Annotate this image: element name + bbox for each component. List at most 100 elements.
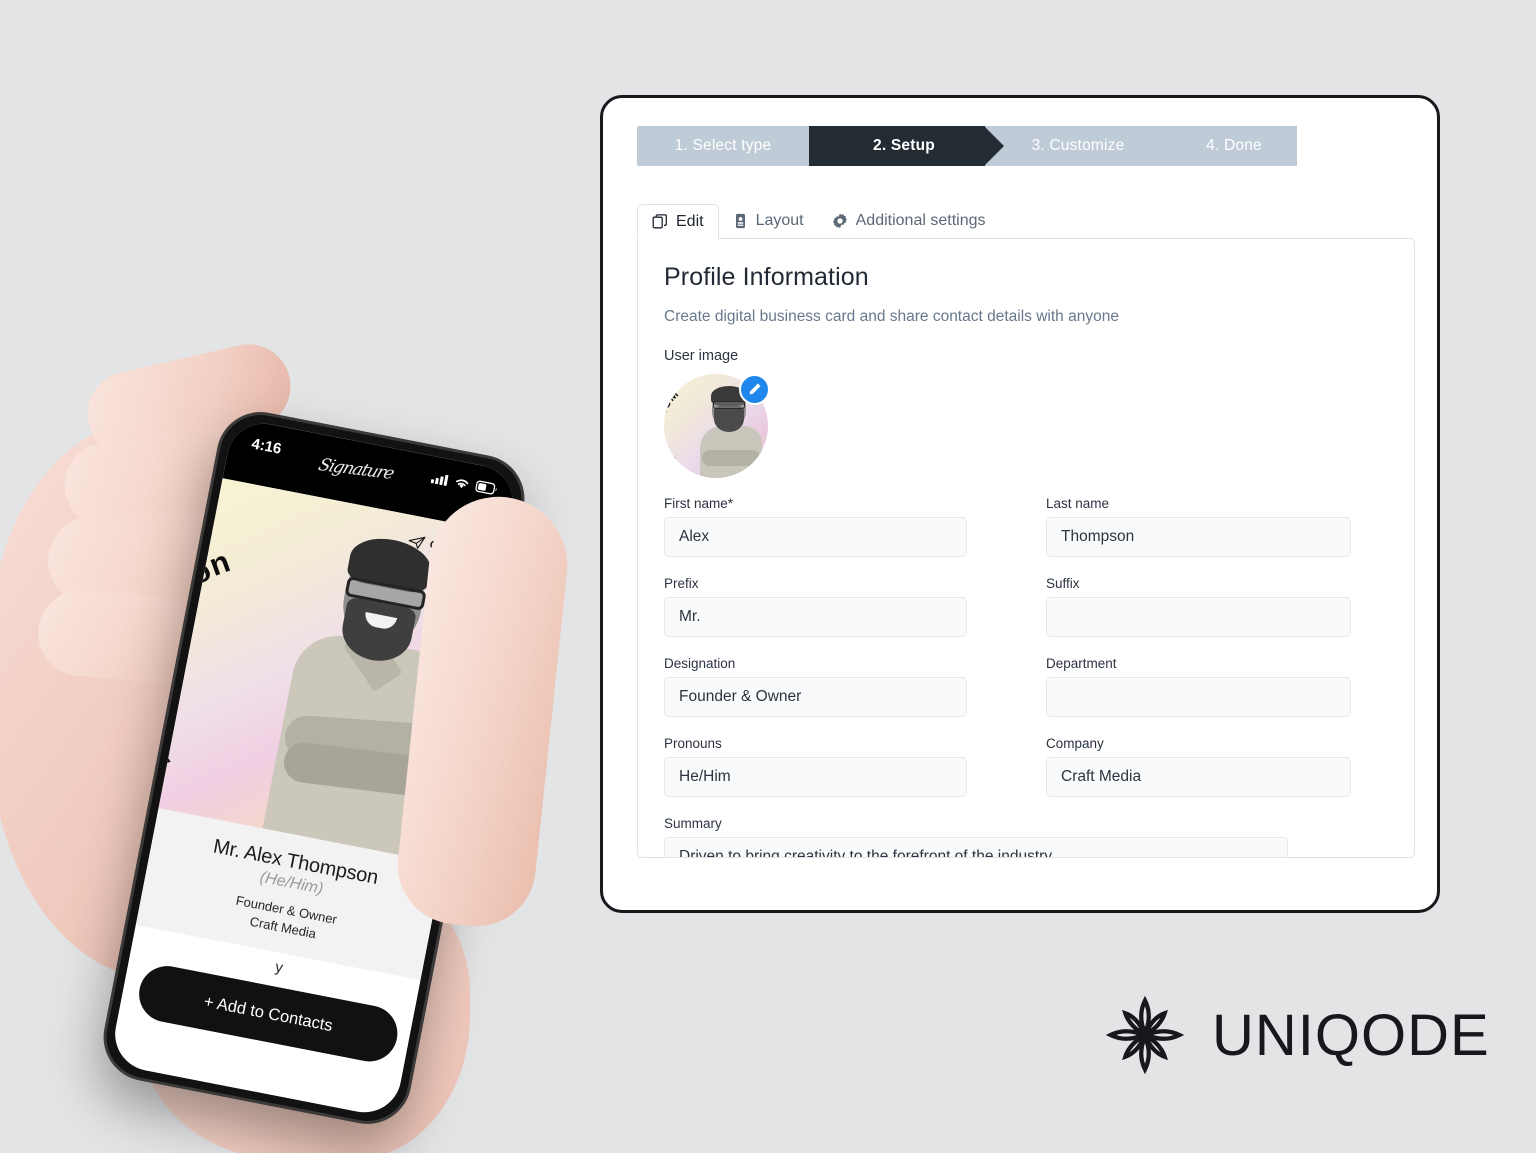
field-last-name: Last name (1046, 496, 1351, 557)
step-setup[interactable]: 2. Setup (809, 126, 1004, 166)
step-select-type[interactable]: 1. Select type (637, 126, 828, 166)
field-pronouns: Pronouns (664, 736, 967, 797)
prefix-input[interactable] (664, 597, 967, 637)
hand-finger (34, 586, 264, 692)
page-title: Profile Information (664, 263, 869, 291)
battery-icon (475, 480, 497, 495)
chevron-separator-icon (1156, 126, 1176, 166)
hero-arc-text: Alex Thompson (158, 528, 240, 787)
field-label: Summary (664, 816, 722, 831)
hero-portrait (252, 524, 498, 864)
svg-text:ALEX THOMPSON: ALEX THOMPSON (664, 374, 681, 464)
field-label: Last name (1046, 496, 1110, 511)
step-label: 1. Select type (674, 137, 772, 154)
form-row-spacer (664, 557, 1351, 576)
field-prefix: Prefix (664, 576, 967, 637)
phone-status-bar: 4:16 Signature (222, 417, 520, 534)
avatar-edit-button[interactable] (739, 374, 770, 405)
company-input[interactable] (1046, 757, 1351, 797)
field-summary: Summary Driven to bring creativity to th… (664, 816, 1288, 857)
tab-label: Edit (676, 213, 704, 230)
uniqode-wordmark: UNIQODE (1212, 1002, 1490, 1068)
field-label: Prefix (664, 576, 699, 591)
portrait-hair (345, 532, 436, 596)
field-label: Suffix (1046, 576, 1080, 591)
card-name: Mr. Alex Thompson (211, 835, 380, 890)
field-label: Designation (664, 656, 736, 671)
card-designation: Founder & Owner (234, 892, 339, 927)
card-pronouns: (He/Him) (258, 868, 325, 898)
hand-palm (0, 420, 320, 980)
step-label: 2. Setup (873, 137, 935, 154)
field-designation: Designation (664, 656, 967, 717)
chevron-separator-icon (984, 126, 1004, 166)
step-customize[interactable]: 3. Customize (985, 126, 1176, 166)
phone-mockup: 4:16 Signature Craft Media Alex Thompson… (95, 404, 533, 1132)
cellular-signal-icon (430, 474, 449, 486)
form-row-spacer (664, 717, 1351, 736)
designation-input[interactable] (664, 677, 967, 717)
business-card-info: Mr. Alex Thompson (He/Him) Founder & Own… (135, 808, 444, 981)
pronouns-input[interactable] (664, 757, 967, 797)
page-subtitle: Create digital business card and share c… (664, 308, 1119, 325)
portrait-shirt (261, 628, 461, 864)
status-bar-clock: 4:16 (250, 435, 283, 458)
card-company: Craft Media (248, 913, 318, 942)
first-name-input[interactable] (664, 517, 967, 557)
hand-thumb (391, 489, 575, 933)
field-department: Department (1046, 656, 1351, 717)
tab-bar: Edit Layout Additional settings (637, 203, 1437, 240)
user-avatar-uploader[interactable]: ALEX THOMPSON (664, 374, 770, 478)
form-row-spacer (664, 637, 1351, 656)
portrait-smile (363, 612, 398, 631)
tab-additional-settings[interactable]: Additional settings (818, 203, 1000, 239)
svg-text:Alex Thompson: Alex Thompson (158, 528, 240, 787)
field-label: Company (1046, 736, 1104, 751)
field-company: Company (1046, 736, 1351, 797)
step-label: 4. Done (1206, 137, 1262, 154)
uniqode-logo: UNIQODE (1104, 994, 1490, 1076)
hand-finger (46, 509, 286, 607)
summary-textarea[interactable]: Driven to bring creativity to the forefr… (664, 837, 1288, 857)
portrait-arms (281, 740, 430, 798)
gear-icon (832, 213, 847, 229)
portrait-arms (283, 714, 439, 769)
copy-icon (652, 214, 667, 229)
paper-plane-icon (408, 536, 426, 549)
field-label: Pronouns (664, 736, 722, 751)
hand-finger (59, 416, 301, 534)
pencil-icon (749, 383, 761, 396)
id-card-icon (735, 213, 745, 229)
user-image-label: User image (664, 348, 739, 364)
business-card-hero: Craft Media Alex Thompson (158, 478, 508, 864)
step-label: 3. Customize (1031, 137, 1125, 154)
window-content: 1. Select type 2. Setup 3. Customize 4. … (603, 98, 1437, 910)
tab-edit[interactable]: Edit (637, 204, 719, 240)
field-label: First name* (664, 496, 734, 511)
business-card-actions: y + Add to Contacts (110, 924, 421, 1110)
progress-stepper: 1. Select type 2. Setup 3. Customize 4. … (637, 126, 1297, 166)
department-input[interactable] (1046, 677, 1351, 717)
add-to-contacts-button[interactable]: + Add to Contacts (134, 961, 403, 1067)
step-done[interactable]: 4. Done (1157, 126, 1297, 166)
brand-name: Craft Media (428, 538, 488, 561)
tab-label: Layout (755, 212, 804, 229)
signature-script-text: Signature (315, 455, 396, 484)
portrait-head (336, 546, 431, 652)
profile-form: First name* Last name Prefix Suffix (664, 496, 1384, 797)
hand-finger (79, 335, 299, 465)
suffix-input[interactable] (1046, 597, 1351, 637)
portrait-beard (337, 596, 418, 667)
phone-screen: 4:16 Signature Craft Media Alex Thompson… (108, 417, 520, 1119)
tab-label: Additional settings (855, 212, 986, 229)
brand-logo: Craft Media (407, 534, 488, 562)
field-first-name: First name* (664, 496, 967, 557)
profile-information-panel: Profile Information Create digital busin… (637, 238, 1415, 858)
hand-holding-phone: 4:16 Signature Craft Media Alex Thompson… (0, 300, 690, 1153)
hand-lower-palm (140, 860, 470, 1153)
last-name-input[interactable] (1046, 517, 1351, 557)
tab-layout[interactable]: Layout (719, 203, 818, 239)
field-suffix: Suffix (1046, 576, 1351, 637)
status-bar-icons (430, 471, 499, 496)
app-window: 1. Select type 2. Setup 3. Customize 4. … (600, 95, 1440, 913)
